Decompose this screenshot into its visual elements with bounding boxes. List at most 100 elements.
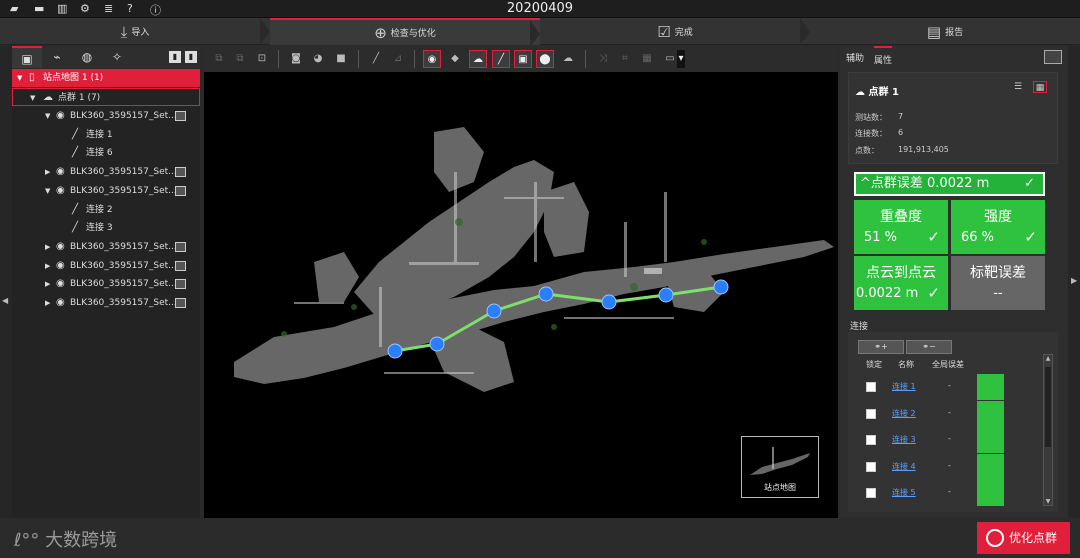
tree-connection-item[interactable]: ╱ 连接 1 (12, 126, 200, 144)
step-import[interactable]: ⤓ 导入 (0, 18, 270, 45)
display-mode-dropdown-icon[interactable]: ▾ (677, 50, 685, 68)
column-name[interactable]: 名称 (898, 359, 914, 370)
tab-project-tree[interactable]: ▣ (12, 46, 42, 68)
cloud-add-icon[interactable]: ☁ (559, 50, 577, 68)
measure-alt-icon[interactable]: ⊿ (389, 50, 407, 68)
tree-root[interactable]: ▼ ▯ 站点地图 1 (1) (12, 69, 200, 87)
tree-group[interactable]: ▼ ☁ 点群 1 (7) (12, 88, 200, 106)
table-row[interactable]: 连接 3 - (858, 427, 1004, 453)
table-row[interactable]: 连接 2 - (858, 400, 1004, 427)
tree-setup-item[interactable]: ▶ ◉ BLK360_3595157_Set... (12, 238, 200, 256)
expand-icon[interactable]: ▶ (45, 163, 50, 181)
layers-icon[interactable]: ⧉ (210, 50, 228, 68)
image-icon[interactable] (175, 298, 186, 308)
image-view-alt-icon[interactable]: ▮ (185, 51, 197, 63)
connection-link[interactable]: 连接 3 (892, 434, 916, 445)
layers-alt-icon[interactable]: ⧉ (231, 50, 249, 68)
remove-connection-button[interactable]: ⚭− (906, 340, 952, 354)
expand-icon[interactable]: ▼ (45, 182, 50, 200)
grid-view-icon[interactable]: ▦ (1033, 81, 1047, 93)
setup-node[interactable] (387, 343, 403, 359)
tree-setup-item[interactable]: ▶ ◉ BLK360_3595157_Set... (12, 257, 200, 275)
tree-setup-item[interactable]: ▼ ◉ BLK360_3595157_Set... (12, 182, 200, 200)
cloud-to-cloud-tile[interactable]: 点云到点云 0.0022 m ✓ (854, 256, 948, 310)
image-icon[interactable] (175, 167, 186, 178)
step-report[interactable]: ▤ 报告 (810, 18, 1080, 45)
tab-settings[interactable]: ✧ (102, 46, 132, 68)
link-icon[interactable]: ╱ (492, 50, 510, 68)
expand-icon[interactable]: ▶ (45, 238, 50, 256)
tree-setup-item[interactable]: ▶ ◉ BLK360_3595157_Set... (12, 275, 200, 293)
gallery-icon[interactable]: ▦ (638, 50, 656, 68)
image-view-icon[interactable]: ▮ (169, 51, 181, 63)
intensity-tile[interactable]: 强度 66 % ✓ (951, 200, 1045, 254)
table-row[interactable]: 连接 5 - (858, 480, 1004, 506)
connections-scrollbar[interactable]: ▲ ▼ (1043, 354, 1053, 506)
column-lock[interactable]: 锁定 (866, 359, 882, 370)
image-icon[interactable] (175, 111, 186, 121)
tag-icon[interactable]: ◆ (446, 50, 464, 68)
lock-checkbox[interactable] (866, 382, 876, 392)
lock-checkbox[interactable] (866, 461, 876, 472)
camera-settings-icon[interactable]: ◕ (309, 50, 327, 68)
table-row[interactable]: 连接 4 - (858, 453, 1004, 480)
tree-setup-item[interactable]: ▼ ◉ BLK360_3595157_Set... (12, 107, 200, 125)
camera-icon[interactable]: ◙ (287, 50, 305, 68)
step-inspect[interactable]: ⊕ 检查与优化 (270, 18, 540, 47)
connection-link[interactable]: 连接 1 (892, 381, 916, 392)
connection-link-line[interactable] (608, 293, 667, 304)
zoom-fit-icon[interactable]: ⊡ (253, 50, 271, 68)
optimize-cloud-button[interactable]: 优化点群 (977, 522, 1070, 554)
image-icon[interactable] (175, 185, 186, 196)
lock-checkbox[interactable] (866, 408, 876, 419)
scroll-down-icon[interactable]: ▼ (1044, 498, 1052, 505)
image-icon[interactable]: ▣ (514, 50, 532, 68)
point-cloud-viewer[interactable]: 站点地图 (204, 72, 838, 518)
tree-setup-item[interactable]: ▶ ◉ BLK360_3595157_Set... (12, 163, 200, 181)
image-icon[interactable] (175, 260, 186, 271)
expand-icon[interactable]: ▶ (45, 294, 50, 312)
expand-icon[interactable]: ▼ (17, 69, 22, 87)
setup-node[interactable] (486, 303, 502, 319)
table-row[interactable]: 连接 1 - (858, 374, 1004, 400)
measure-icon[interactable]: ╱ (367, 50, 385, 68)
setup-target-icon[interactable]: ◉ (423, 50, 441, 68)
setup-node[interactable] (538, 286, 554, 302)
lock-checkbox[interactable] (866, 435, 876, 445)
overlap-tile[interactable]: 重叠度 51 % ✓ (854, 200, 948, 254)
column-global-error[interactable]: 全局误差 (932, 359, 964, 370)
pin-icon[interactable]: ⬤ (536, 50, 554, 68)
setup-node[interactable] (713, 279, 729, 295)
image-icon[interactable] (175, 241, 186, 252)
image-icon[interactable] (175, 279, 186, 290)
setup-node[interactable] (658, 287, 674, 303)
cloud-error-banner[interactable]: ^点群误差 0.0022 m ✓ (854, 172, 1045, 196)
expand-icon[interactable]: ▶ (45, 257, 50, 275)
popout-icon[interactable] (1044, 50, 1062, 64)
target-error-tile[interactable]: 标靶误差 -- (951, 256, 1045, 310)
expand-icon[interactable]: ▼ (30, 89, 35, 107)
tab-properties[interactable]: 属性 (874, 46, 893, 66)
collapse-right-icon[interactable]: ▶ (1071, 276, 1077, 285)
collapse-left-icon[interactable]: ◀ (2, 296, 8, 305)
cloud-icon[interactable]: ☁ (469, 50, 487, 68)
expand-icon[interactable]: ▶ (45, 275, 50, 293)
crop-icon[interactable]: ⌗ (616, 50, 634, 68)
tab-globe[interactable]: ◍ (72, 46, 102, 68)
scroll-up-icon[interactable]: ▲ (1044, 355, 1052, 362)
tree-connection-item[interactable]: ╱ 连接 2 (12, 201, 200, 219)
tree-connection-item[interactable]: ╱ 连接 6 (12, 144, 200, 162)
list-view-icon[interactable]: ☰ (1011, 81, 1025, 93)
tree-connection-item[interactable]: ╱ 连接 3 (12, 219, 200, 237)
scroll-thumb[interactable] (1045, 367, 1051, 447)
setup-node[interactable] (601, 294, 617, 310)
lock-checkbox[interactable] (866, 488, 876, 498)
tree-setup-item[interactable]: ▶ ◉ BLK360_3595157_Set... (12, 294, 200, 312)
expand-icon[interactable]: ▼ (45, 107, 50, 125)
connection-link[interactable]: 连接 5 (892, 487, 916, 498)
setup-node[interactable] (429, 336, 445, 352)
left-collapse-strip[interactable]: ◀ (0, 46, 12, 558)
right-collapse-strip[interactable]: ▶ (1068, 46, 1080, 518)
connection-link[interactable]: 连接 4 (892, 461, 916, 472)
stop-icon[interactable]: ■ (332, 50, 350, 68)
